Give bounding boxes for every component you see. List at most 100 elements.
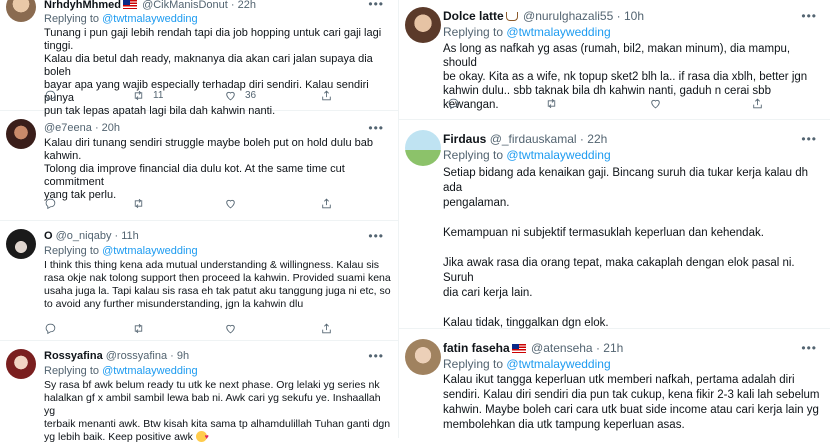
retweet-button[interactable]: 11 xyxy=(132,89,163,102)
reply-icon xyxy=(448,98,459,110)
retweet-icon xyxy=(134,323,143,334)
heart-icon xyxy=(226,91,235,101)
share-button[interactable] xyxy=(320,89,333,102)
coffee-cup-icon xyxy=(505,12,518,21)
share-button[interactable] xyxy=(751,97,764,110)
avatar[interactable] xyxy=(6,229,36,259)
tweet-actions xyxy=(0,197,398,211)
tweet[interactable]: Dolce latte @nurulghazali55 · 10h ••• Re… xyxy=(399,0,830,120)
retweet-button[interactable] xyxy=(545,97,558,110)
handle[interactable]: @CikManisDonut xyxy=(142,0,228,11)
replying-to: Replying to @twtmalaywedding xyxy=(44,245,198,257)
tweet[interactable]: @e7eena · 20h ••• Kalau diri tunang send… xyxy=(0,111,398,221)
share-button[interactable] xyxy=(320,197,333,210)
tweet-text: Sy rasa bf awk belum ready tu utk ke nex… xyxy=(44,379,394,444)
like-count: 36 xyxy=(245,90,257,101)
heart-icon xyxy=(651,99,660,109)
share-button[interactable] xyxy=(320,322,333,335)
handle[interactable]: @nurulghazali55 xyxy=(523,9,613,23)
avatar[interactable] xyxy=(6,0,36,22)
display-name[interactable]: O xyxy=(44,230,53,242)
like-button[interactable] xyxy=(224,197,237,210)
tweet-actions xyxy=(399,97,830,111)
reply-button[interactable] xyxy=(447,97,460,110)
like-button[interactable] xyxy=(649,97,662,110)
avatar[interactable] xyxy=(405,130,441,166)
reply-button[interactable] xyxy=(44,197,57,210)
reply-icon xyxy=(45,198,56,210)
retweet-icon xyxy=(134,90,143,101)
retweet-icon xyxy=(547,98,556,109)
retweet-button[interactable] xyxy=(132,197,145,210)
display-name[interactable]: NrhdyhMhmed xyxy=(44,0,121,11)
reply-handle-link[interactable]: @twtmalaywedding xyxy=(506,25,610,39)
replying-to: Replying to @twtmalaywedding xyxy=(443,357,611,371)
reply-button[interactable] xyxy=(44,322,57,335)
reply-icon xyxy=(45,90,56,102)
timestamp[interactable]: 11h xyxy=(121,230,139,242)
more-icon[interactable]: ••• xyxy=(801,342,817,354)
tweet[interactable]: fatin faseha @atenseha · 21h ••• Replyin… xyxy=(399,329,830,438)
retweet-icon xyxy=(134,198,143,209)
malaysia-flag-icon xyxy=(511,344,526,353)
heart-icon xyxy=(226,324,235,334)
like-button[interactable]: 36 xyxy=(224,89,256,102)
reply-handle-link[interactable]: @twtmalaywedding xyxy=(102,365,198,377)
handle[interactable]: @o_niqaby xyxy=(56,230,112,242)
handle[interactable]: @_firdauskamal xyxy=(490,132,577,146)
handle[interactable]: @rossyafina xyxy=(106,350,167,362)
timestamp[interactable]: 22h xyxy=(587,132,607,146)
tweet[interactable]: Firdaus @_firdauskamal · 22h ••• Replyin… xyxy=(399,120,830,329)
tweet-text: Tunang i pun gaji lebih rendah tapi dia … xyxy=(44,27,382,117)
share-icon xyxy=(322,198,331,209)
tweet-text: Kalau ikut tangga keperluan utk memberi … xyxy=(443,374,820,431)
share-icon xyxy=(322,323,331,334)
more-icon[interactable]: ••• xyxy=(368,0,384,10)
tweet[interactable]: O @o_niqaby · 11h ••• Replying to @twtma… xyxy=(0,221,398,341)
avatar[interactable] xyxy=(6,349,36,379)
blowing-kiss-emoji-icon: ♥ xyxy=(195,431,209,442)
timestamp[interactable]: 22h xyxy=(238,0,256,11)
share-icon xyxy=(753,98,762,109)
reply-handle-link[interactable]: @twtmalaywedding xyxy=(506,357,610,371)
handle[interactable]: @e7eena xyxy=(44,122,92,134)
replying-to: Replying to @twtmalaywedding xyxy=(443,25,611,39)
more-icon[interactable]: ••• xyxy=(368,230,384,242)
reply-handle-link[interactable]: @twtmalaywedding xyxy=(102,245,198,257)
tweet-text: I think this thing kena ada mutual under… xyxy=(44,259,391,310)
avatar[interactable] xyxy=(6,119,36,149)
display-name[interactable]: Dolce latte xyxy=(443,9,504,23)
tweet[interactable]: Rossyafina @rossyafina · 9h ••• Replying… xyxy=(0,341,398,443)
tweet-text-content: Sy rasa bf awk belum ready tu utk ke nex… xyxy=(44,379,391,443)
retweet-button[interactable] xyxy=(132,322,145,335)
more-icon[interactable]: ••• xyxy=(801,133,817,145)
timestamp[interactable]: 10h xyxy=(624,9,644,23)
avatar[interactable] xyxy=(405,7,441,43)
tweet[interactable]: NrhdyhMhmed @CikManisDonut · 22h ••• Rep… xyxy=(0,0,398,117)
tweet-text: Setiap bidang ada kenaikan gaji. Bincang… xyxy=(443,167,809,329)
more-icon[interactable]: ••• xyxy=(368,122,384,134)
retweet-count: 11 xyxy=(153,90,164,101)
avatar[interactable] xyxy=(405,339,441,375)
more-icon[interactable]: ••• xyxy=(801,10,817,22)
timestamp[interactable]: 20h xyxy=(102,122,120,134)
replying-to: Replying to @twtmalaywedding xyxy=(443,148,611,162)
malaysia-flag-icon xyxy=(123,0,137,9)
display-name[interactable]: Rossyafina xyxy=(44,350,103,362)
like-button[interactable] xyxy=(224,322,237,335)
more-icon[interactable]: ••• xyxy=(368,350,384,362)
handle[interactable]: @atenseha xyxy=(531,341,593,355)
timestamp[interactable]: 21h xyxy=(603,341,623,355)
replying-to: Replying to @twtmalaywedding xyxy=(44,365,198,377)
reply-handle-link[interactable]: @twtmalaywedding xyxy=(506,148,610,162)
display-name[interactable]: Firdaus xyxy=(443,132,486,146)
right-column: Dolce latte @nurulghazali55 · 10h ••• Re… xyxy=(398,0,830,438)
left-column: NrhdyhMhmed @CikManisDonut · 22h ••• Rep… xyxy=(0,0,398,443)
heart-icon xyxy=(226,199,235,209)
reply-handle-link[interactable]: @twtmalaywedding xyxy=(102,13,198,25)
tweet-actions xyxy=(0,322,398,336)
timestamp[interactable]: 9h xyxy=(177,350,189,362)
share-icon xyxy=(322,90,331,101)
reply-button[interactable] xyxy=(44,89,57,102)
display-name[interactable]: fatin faseha xyxy=(443,341,510,355)
